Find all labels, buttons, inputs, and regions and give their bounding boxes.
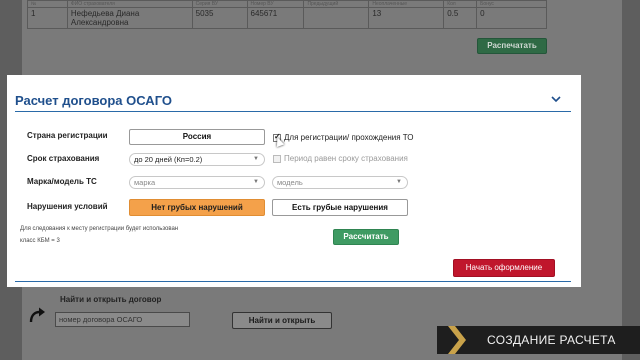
registration-country-label: Страна регистрации <box>27 131 108 140</box>
table-cell: 0.5 <box>443 7 478 29</box>
vehicle-make-select[interactable]: марка ▼ <box>129 176 265 189</box>
table-cell: 0 <box>476 7 547 29</box>
find-contract-title: Найти и открыть договор <box>60 295 162 304</box>
caret-down-icon: ▼ <box>396 179 402 185</box>
caption-accent-icon <box>448 326 466 354</box>
caption-text: СОЗДАНИЕ РАСЧЕТА <box>487 333 616 347</box>
dialog-title: Расчет договора ОСАГО <box>15 93 173 108</box>
table-header-cell: Бонус <box>476 0 547 8</box>
start-registration-button[interactable]: Начать оформление <box>453 259 555 277</box>
kbm-note-line1: Для следования к месту регистрации будет… <box>20 226 179 232</box>
table-cell: 5035 <box>191 7 248 29</box>
insurance-term-value: до 20 дней (Кп=0.2) <box>134 155 203 164</box>
table-header-cell: Серия ВУ <box>191 0 248 8</box>
vehicle-model-placeholder: модель <box>277 178 303 187</box>
registration-to-checkbox-label: Для регистрации/ прохождения ТО <box>284 133 414 142</box>
background-table: № ФИО страхователя Серия ВУ Номер ВУ Пре… <box>27 0 547 29</box>
find-and-open-button[interactable]: Найти и открыть <box>232 312 332 329</box>
vehicle-label: Марка/модель ТС <box>27 177 97 186</box>
caret-down-icon: ▼ <box>253 179 259 185</box>
table-cell: Нефедьева Диана Александровна <box>66 7 193 29</box>
table-header-cell: Кол <box>443 0 478 8</box>
violations-label: Нарушения условий <box>27 202 108 211</box>
print-button[interactable]: Распечатать <box>477 38 547 54</box>
table-header-cell: Номер ВУ <box>246 0 305 8</box>
table-header-cell: ФИО страхователя <box>66 0 193 8</box>
registration-country-button[interactable]: Россия <box>129 129 265 145</box>
dialog-footer-divider <box>15 281 571 282</box>
table-header-cell: № <box>27 0 68 8</box>
insurance-term-select[interactable]: до 20 дней (Кп=0.2) ▼ <box>129 153 265 166</box>
kbm-note-line2: класс КБМ = 3 <box>20 238 60 244</box>
calculate-button[interactable]: Рассчитать <box>333 229 399 245</box>
caret-down-icon: ▼ <box>253 156 259 162</box>
table-header-cell: Предыдущий <box>303 0 370 8</box>
table-cell: 1 <box>27 7 68 29</box>
insurance-term-label: Срок страхования <box>27 154 100 163</box>
period-equals-term-label: Период равен сроку страхования <box>284 154 408 163</box>
contract-number-input[interactable]: номер договора ОСАГО <box>55 312 190 327</box>
has-violations-button[interactable]: Есть грубые нарушения <box>272 199 408 216</box>
table-header-cell: Неоплаченные <box>368 0 445 8</box>
vehicle-make-placeholder: марка <box>134 178 156 187</box>
curved-arrow-icon <box>28 306 46 324</box>
table-cell <box>303 7 370 29</box>
table-row: 1 Нефедьева Диана Александровна 5035 645… <box>27 7 547 29</box>
chevron-down-icon[interactable] <box>549 93 563 107</box>
osago-calculation-dialog: Расчет договора ОСАГО Страна регистрации… <box>7 75 581 287</box>
table-cell: 13 <box>368 7 445 29</box>
period-equals-term-checkbox[interactable] <box>273 155 281 163</box>
background-table-header: № ФИО страхователя Серия ВУ Номер ВУ Пре… <box>27 0 547 8</box>
table-cell: 645671 <box>246 7 305 29</box>
dialog-header-divider <box>15 111 571 112</box>
mouse-cursor-icon <box>273 135 285 148</box>
no-violations-button[interactable]: Нет грубых нарушений <box>129 199 265 216</box>
vehicle-model-select[interactable]: модель ▼ <box>272 176 408 189</box>
